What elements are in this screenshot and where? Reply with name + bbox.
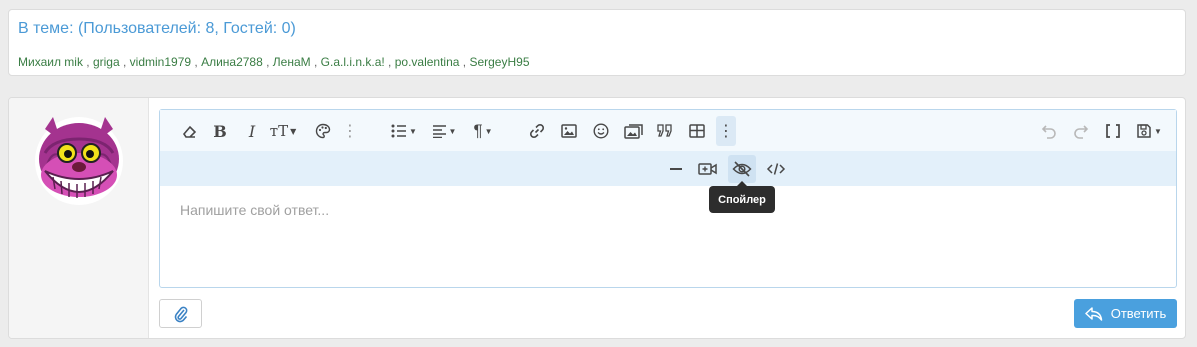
redo-icon[interactable]: [1070, 118, 1092, 144]
insert-video-icon[interactable]: [694, 155, 722, 183]
member-link[interactable]: ЛенаМ: [273, 55, 311, 69]
reply-textarea-placeholder[interactable]: Напишите свой ответ...: [180, 202, 329, 218]
horizontal-rule-icon[interactable]: [662, 155, 690, 183]
avatar[interactable]: [31, 109, 127, 205]
fullscreen-icon[interactable]: [1102, 118, 1124, 144]
paperclip-icon: [174, 306, 187, 322]
link-icon[interactable]: [526, 118, 548, 144]
member-separator: ,: [119, 55, 130, 69]
quote-icon[interactable]: [654, 118, 676, 144]
member-link[interactable]: griga: [93, 55, 120, 69]
member-link[interactable]: SergeyH95: [469, 55, 529, 69]
member-separator: ,: [459, 55, 470, 69]
toolbar-more: [160, 151, 1176, 186]
image-icon[interactable]: [558, 118, 580, 144]
member-separator: ,: [310, 55, 321, 69]
avatar-column: [9, 98, 149, 338]
bold-button[interactable]: B: [210, 118, 230, 144]
member-link[interactable]: G.a.l.i.n.k.a!: [321, 55, 385, 69]
spoiler-icon[interactable]: [728, 155, 756, 183]
more-vertical-icon[interactable]: ⋮: [716, 116, 736, 146]
media-gallery-icon[interactable]: [622, 118, 646, 144]
members-title[interactable]: В теме: (Пользователей: 8, Гостей: 0): [18, 20, 296, 38]
toolbar-main: B I тТ ▼ ⋮ ▼ ▼ ¶ ▼ ⋮ ▼: [160, 110, 1176, 151]
undo-icon[interactable]: [1038, 118, 1060, 144]
code-icon[interactable]: [762, 155, 790, 183]
member-separator: ,: [262, 55, 273, 69]
member-link[interactable]: Михаил mik: [18, 55, 83, 69]
italic-button[interactable]: I: [242, 118, 262, 144]
member-link[interactable]: Алина2788: [201, 55, 263, 69]
align-button[interactable]: ▼: [428, 118, 460, 144]
reply-button-label: Ответить: [1110, 306, 1167, 321]
attach-files-button[interactable]: [159, 299, 202, 328]
list-button[interactable]: ▼: [388, 118, 420, 144]
table-icon[interactable]: [686, 118, 708, 144]
more-options-icon[interactable]: ⋮: [342, 118, 358, 144]
editor: B I тТ ▼ ⋮ ▼ ▼ ¶ ▼ ⋮ ▼ Напишите свой отв…: [159, 109, 1177, 288]
member-link[interactable]: vidmin1979: [130, 55, 191, 69]
paragraph-button[interactable]: ¶ ▼: [468, 118, 498, 144]
emoji-icon[interactable]: [590, 118, 612, 144]
quick-reply-panel: B I тТ ▼ ⋮ ▼ ▼ ¶ ▼ ⋮ ▼ Напишите свой отв…: [8, 97, 1186, 339]
online-members-panel: В теме: (Пользователей: 8, Гостей: 0) Ми…: [8, 9, 1186, 76]
text-size-button[interactable]: тТ ▼: [266, 118, 300, 144]
reply-arrow-icon: [1084, 306, 1102, 321]
color-palette-icon[interactable]: [312, 118, 334, 144]
member-separator: ,: [191, 55, 202, 69]
member-link[interactable]: po.valentina: [395, 55, 460, 69]
clear-format-icon[interactable]: [178, 118, 200, 144]
member-separator: ,: [384, 55, 395, 69]
member-separator: ,: [82, 55, 93, 69]
spoiler-tooltip: Спойлер: [709, 181, 775, 213]
save-draft-icon[interactable]: ▼: [1132, 118, 1166, 144]
members-list: Михаил mik , griga , vidmin1979 , Алина2…: [18, 55, 530, 69]
reply-button[interactable]: Ответить: [1074, 299, 1177, 328]
